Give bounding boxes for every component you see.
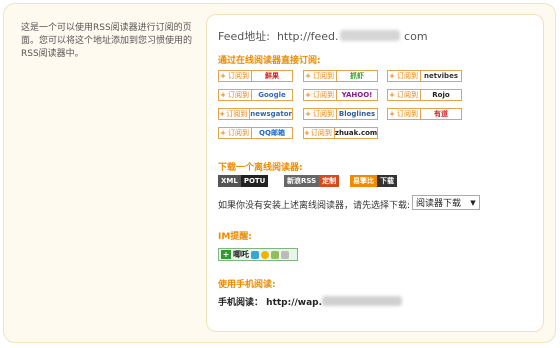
subscribe-newsgator-button[interactable]: + 订阅到 newsgator xyxy=(218,108,293,120)
subscribe-netvibes-button[interactable]: + 订阅到 netvibes xyxy=(387,70,462,82)
plus-icon: + xyxy=(305,110,311,118)
subscribe-zhuak-button[interactable]: + 订阅到 zhuak.com xyxy=(303,127,378,139)
reader-download-select[interactable]: 阅读器下载 ▼ xyxy=(412,195,480,210)
online-readers-title: 通过在线阅读器直接订阅: xyxy=(218,56,321,66)
im-reminder-button[interactable]: + 唧吒 xyxy=(218,248,298,261)
plus-icon: + xyxy=(220,72,226,80)
plus-icon: + xyxy=(305,91,311,99)
feed-address: Feed地址: http://feed. com xyxy=(218,28,428,44)
mobile-url-prefix[interactable]: http://wap. xyxy=(266,298,322,308)
subscribe-yahoo-button[interactable]: + 订阅到 YAHOO! xyxy=(303,89,378,101)
plus-icon: + xyxy=(220,129,226,137)
mobile-reading-line: 手机阅读： http://wap. xyxy=(218,295,403,308)
select-value: 阅读器下载 xyxy=(416,199,462,209)
messenger-icon xyxy=(251,250,259,259)
plus-icon: + xyxy=(220,91,226,99)
feed-label: Feed地址: xyxy=(218,30,270,43)
subscribe-rojo-button[interactable]: + 订阅到 Rojo xyxy=(387,89,462,101)
subscribe-zhuaxia-button[interactable]: + 订阅到 抓虾 xyxy=(303,70,378,82)
download-sina-button[interactable]: 新浪RSS 定制 xyxy=(284,175,340,187)
feed-url-suffix: com xyxy=(404,30,428,43)
qq-icon xyxy=(261,250,269,259)
subscribe-youdao-button[interactable]: + 订阅到 有道 xyxy=(387,108,462,120)
im-title: IM提醒: xyxy=(218,232,252,242)
description-text: 这是一个可以使用RSS阅读器进行订阅的页面。您可以将这个地址添加到您习惯使用的R… xyxy=(21,23,193,59)
plus-icon: + xyxy=(389,110,395,118)
download-potu-button[interactable]: XML POTU xyxy=(218,175,269,187)
plus-icon: + xyxy=(389,72,395,80)
feed-url-prefix[interactable]: http://feed. xyxy=(277,30,339,43)
outer-container: 这是一个可以使用RSS阅读器进行订阅的页面。您可以将这个地址添加到您习惯使用的R… xyxy=(3,3,556,343)
subscribe-panel: Feed地址: http://feed. com 通过在线阅读器直接订阅: + 订… xyxy=(206,14,544,332)
download-yiqingbi-button[interactable]: 易擎比 下载 xyxy=(350,175,397,187)
plus-icon: + xyxy=(305,72,311,80)
subscribe-bloglines-button[interactable]: + 订阅到 Bloglines xyxy=(303,108,378,120)
download-prompt: 如果你没有安装上述离线阅读器，请先选择下载: xyxy=(218,201,411,211)
redacted-domain xyxy=(339,30,400,41)
plus-icon: + xyxy=(389,91,395,99)
chevron-down-icon: ▼ xyxy=(470,198,476,207)
mobile-label: 手机阅读： xyxy=(218,298,264,308)
offline-readers-title: 下载一个离线阅读器: xyxy=(218,163,303,173)
mail-icon xyxy=(281,250,289,259)
chat-icon xyxy=(271,250,279,259)
redacted-domain xyxy=(322,296,403,306)
subscribe-google-button[interactable]: + 订阅到 Google xyxy=(218,89,293,101)
plus-icon: + xyxy=(221,250,231,259)
subscribe-qqmail-button[interactable]: + 订阅到 QQ邮箱 xyxy=(218,127,293,139)
subscribe-xianguo-button[interactable]: + 订阅到 鲜果 xyxy=(218,70,293,82)
mobile-title: 使用手机阅读: xyxy=(218,280,276,290)
im-label: 唧吒 xyxy=(233,250,249,259)
